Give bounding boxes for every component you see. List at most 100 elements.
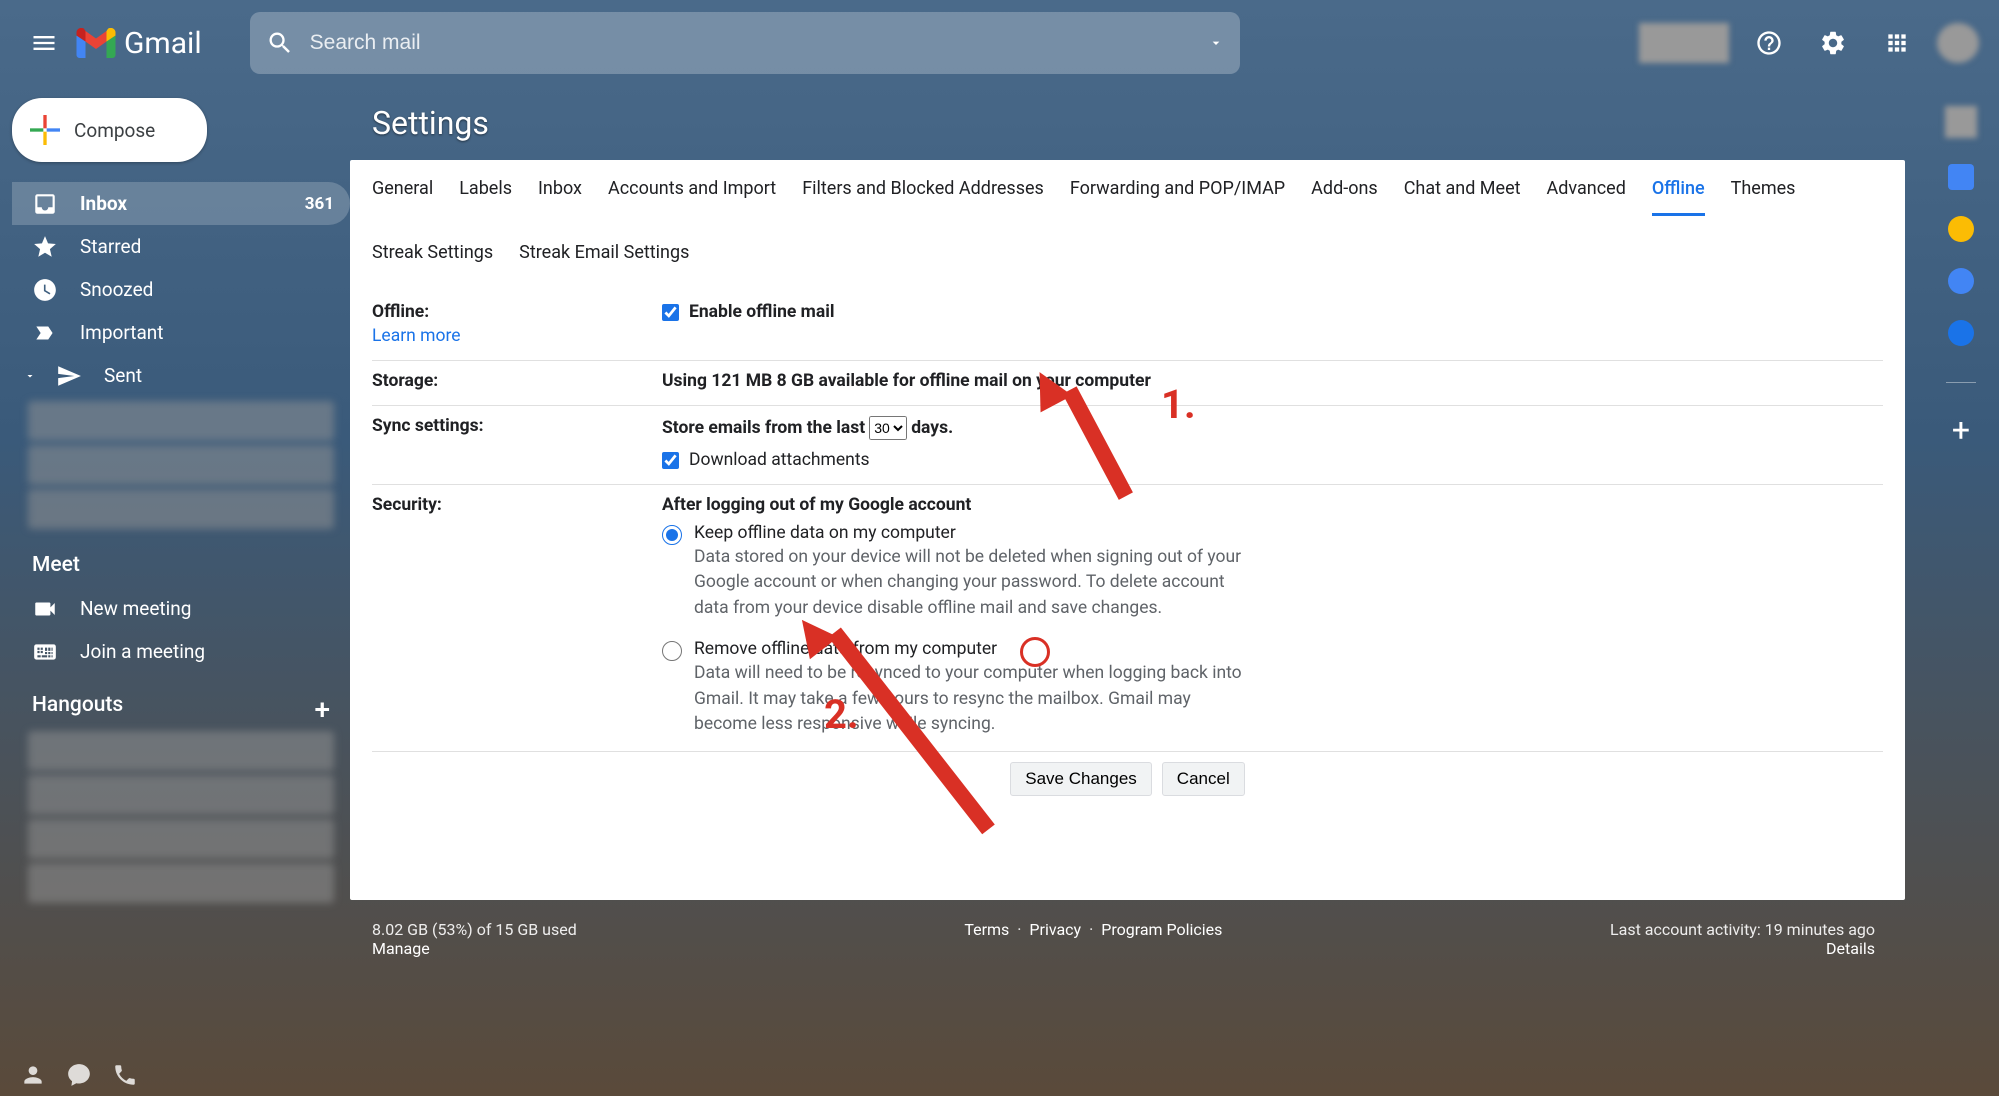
star-icon <box>32 234 58 260</box>
help-icon <box>1755 29 1783 57</box>
tab-advanced[interactable]: Advanced <box>1547 178 1626 216</box>
hangouts-icon[interactable] <box>66 1062 92 1088</box>
annotation-1: 1. <box>1161 381 1196 428</box>
tab-general[interactable]: General <box>372 178 433 216</box>
tab-inbox[interactable]: Inbox <box>538 178 582 216</box>
footer-details-link[interactable]: Details <box>1826 939 1875 958</box>
sync-text-before: Store emails from the last <box>662 418 865 438</box>
keep-offline-title: Keep offline data on my computer <box>694 523 1254 543</box>
tasks-addon-icon[interactable] <box>1948 268 1974 294</box>
sidebar-item-important[interactable]: Important <box>12 311 350 354</box>
search-icon <box>266 29 294 57</box>
sidebar-item-label: Sent <box>104 364 142 387</box>
storage-label: Storage: <box>372 371 662 391</box>
enable-offline-checkbox[interactable] <box>662 304 679 321</box>
calendar-addon-icon[interactable] <box>1948 164 1974 190</box>
footer-manage-link[interactable]: Manage <box>372 939 430 958</box>
search-input[interactable] <box>310 31 1192 55</box>
sidebar-item-join-meeting[interactable]: Join a meeting <box>12 630 350 673</box>
setting-storage: Storage: Using 121 MB 8 GB available for… <box>372 361 1883 406</box>
footer-policies[interactable]: Program Policies <box>1101 920 1222 939</box>
setting-sync: Sync settings: Store emails from the las… <box>372 406 1883 485</box>
app-name: Gmail <box>124 26 202 61</box>
sidebar-item-label: Snoozed <box>80 278 153 301</box>
tab-forwarding[interactable]: Forwarding and POP/IMAP <box>1070 178 1285 216</box>
sidebar-item-label: Important <box>80 321 164 344</box>
keep-offline-desc: Data stored on your device will not be d… <box>694 545 1254 621</box>
keyboard-icon <box>32 639 58 665</box>
sidebar-item-new-meeting[interactable]: New meeting <box>12 587 350 630</box>
blurred-contact <box>28 731 334 771</box>
tab-offline[interactable]: Offline <box>1652 178 1705 216</box>
get-addons-button[interactable]: + <box>1947 419 1975 447</box>
clock-icon <box>32 277 58 303</box>
remove-offline-radio[interactable] <box>662 641 682 661</box>
save-button[interactable]: Save Changes <box>1010 762 1152 796</box>
storage-text-after: 8 GB available for offline mail on your … <box>777 371 1151 391</box>
cancel-button[interactable]: Cancel <box>1162 762 1245 796</box>
compose-button[interactable]: Compose <box>12 98 207 162</box>
learn-more-link[interactable]: Learn more <box>372 326 662 346</box>
side-panel: + <box>1923 86 1999 1096</box>
annotation-2: 2. <box>824 691 859 738</box>
tab-filters[interactable]: Filters and Blocked Addresses <box>802 178 1044 216</box>
sidebar-item-starred[interactable]: Starred <box>12 225 350 268</box>
important-icon <box>32 320 58 346</box>
enable-offline-label: Enable offline mail <box>689 302 834 322</box>
settings-panel: General Labels Inbox Accounts and Import… <box>350 160 1905 900</box>
phone-icon[interactable] <box>112 1062 138 1088</box>
main-content: Settings General Labels Inbox Accounts a… <box>350 86 1923 1096</box>
sidebar-item-snoozed[interactable]: Snoozed <box>12 268 350 311</box>
remove-offline-title: Remove offline data from my computer <box>694 639 1254 659</box>
sidebar-item-sent[interactable]: Sent <box>12 354 350 397</box>
footer-storage: 8.02 GB (53%) of 15 GB used <box>372 920 577 939</box>
search-bar[interactable] <box>250 12 1240 74</box>
keep-addon-icon[interactable] <box>1948 216 1974 242</box>
settings-button[interactable] <box>1809 19 1857 67</box>
footer-terms[interactable]: Terms <box>964 920 1009 939</box>
tab-labels[interactable]: Labels <box>459 178 512 216</box>
footer-privacy[interactable]: Privacy <box>1029 920 1081 939</box>
security-heading: After logging out of my Google account <box>662 495 1883 515</box>
tab-themes[interactable]: Themes <box>1731 178 1796 216</box>
tab-chat[interactable]: Chat and Meet <box>1404 178 1521 216</box>
hamburger-icon <box>30 29 58 57</box>
button-row: Save Changes Cancel <box>372 752 1883 812</box>
app-header: Gmail <box>0 0 1999 86</box>
tab-accounts[interactable]: Accounts and Import <box>608 178 776 216</box>
apps-icon <box>1884 30 1910 56</box>
rail-divider <box>1946 382 1976 383</box>
download-attachments-checkbox[interactable] <box>662 452 679 469</box>
account-avatar[interactable] <box>1937 23 1979 63</box>
apps-button[interactable] <box>1873 19 1921 67</box>
tab-addons[interactable]: Add-ons <box>1311 178 1378 216</box>
blurred-contact <box>28 863 334 903</box>
hangouts-add-button[interactable]: + <box>314 693 330 726</box>
tab-streak-email[interactable]: Streak Email Settings <box>519 242 689 277</box>
blurred-contact <box>28 775 334 815</box>
video-icon <box>32 596 58 622</box>
sync-days-select[interactable]: 30 <box>869 416 907 440</box>
search-options-icon[interactable] <box>1208 35 1224 51</box>
security-label: Security: <box>372 495 662 737</box>
gear-icon <box>1819 29 1847 57</box>
tab-streak-settings[interactable]: Streak Settings <box>372 242 493 277</box>
sidebar-item-inbox[interactable]: Inbox 361 <box>12 182 350 225</box>
main-menu-button[interactable] <box>20 19 68 67</box>
keep-offline-radio[interactable] <box>662 525 682 545</box>
blurred-label <box>28 445 334 485</box>
sidebar-item-label: Join a meeting <box>80 640 205 663</box>
contacts-addon-icon[interactable] <box>1948 320 1974 346</box>
offline-label: Offline: <box>372 302 429 322</box>
sidebar-item-label: Inbox <box>80 192 127 215</box>
blurred-contact <box>28 819 334 859</box>
send-icon <box>56 363 82 389</box>
addon-blurred[interactable] <box>1945 106 1977 138</box>
inbox-count: 361 <box>305 194 334 214</box>
blurred-label <box>28 401 334 441</box>
gmail-logo[interactable]: Gmail <box>76 26 202 61</box>
meet-section-title: Meet <box>12 533 350 587</box>
support-button[interactable] <box>1745 19 1793 67</box>
person-icon[interactable] <box>20 1062 46 1088</box>
plus-icon <box>30 115 60 145</box>
